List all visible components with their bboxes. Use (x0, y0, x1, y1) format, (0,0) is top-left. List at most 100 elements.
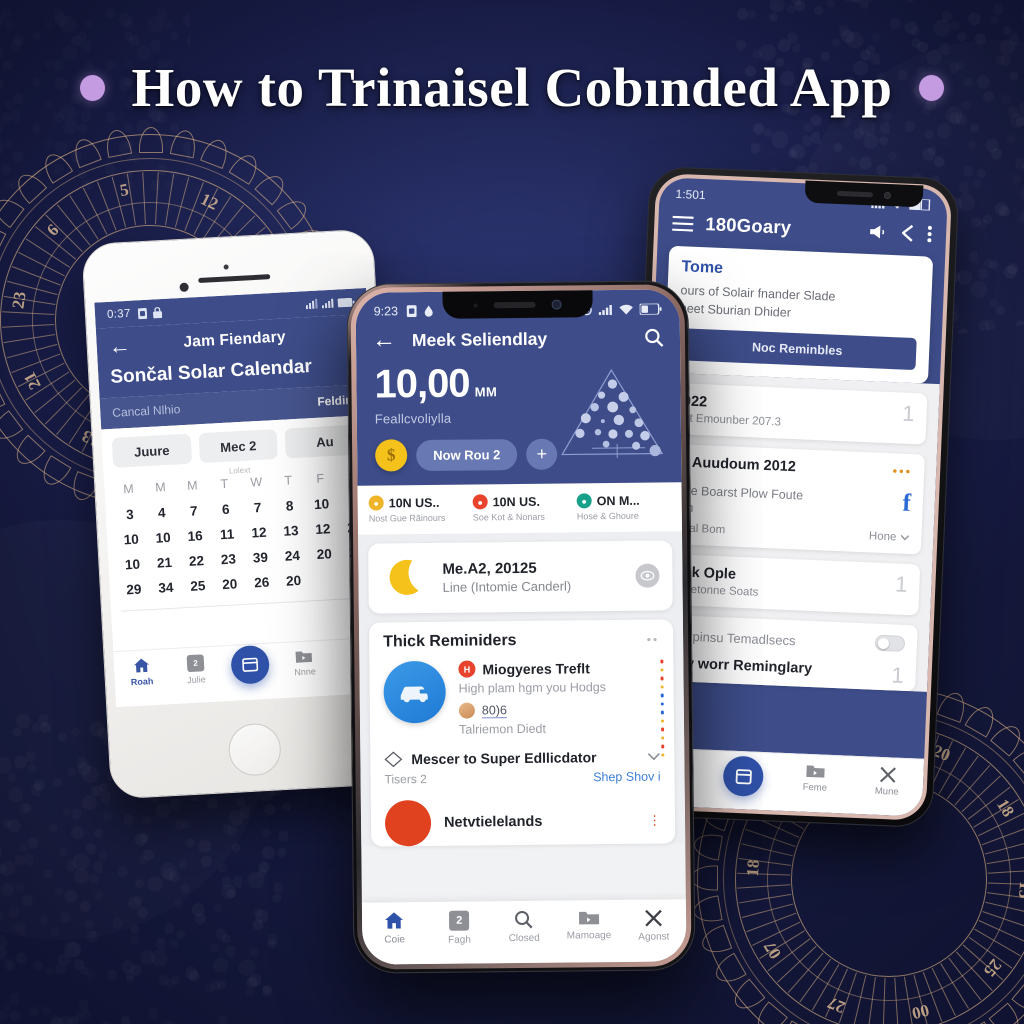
center-nav-item-home[interactable]: Coie (362, 911, 427, 946)
left-back-button[interactable]: ← (108, 333, 131, 359)
left-day-cell[interactable]: 12 (243, 524, 276, 541)
left-day-cell[interactable]: 25 (181, 578, 214, 595)
left-day-cell[interactable]: 10 (305, 496, 338, 513)
center-stat-value: 10N US.. (388, 495, 440, 510)
center-last-row[interactable]: Netvtielelands ⋮ (371, 791, 676, 847)
left-day-cell[interactable]: 3 (113, 506, 146, 523)
center-stats-row: ● 10N US.. Nost Gue Rãinours ● 10N US. S… (357, 482, 683, 535)
right-nav-item-folder[interactable]: Feme (779, 762, 852, 795)
clock-icon: ● (368, 495, 384, 511)
left-day-cell[interactable]: 20 (213, 576, 246, 593)
eye-icon[interactable] (635, 563, 660, 588)
chevron-down-icon[interactable] (647, 753, 660, 761)
center-expander-meta-right[interactable]: Shep Shov i (593, 770, 661, 785)
left-day-cell[interactable]: 26 (245, 574, 278, 591)
center-reminder-item[interactable]: H Miogyeres Treflt High plam hgm you Hod… (383, 649, 660, 742)
center-stat-2[interactable]: ● ON M... Hose & Ghoure (572, 492, 676, 521)
search-icon[interactable] (644, 327, 664, 347)
center-moon-title: Me.A2, 20125 (442, 559, 537, 578)
right-nav-item-close[interactable]: Mune (851, 765, 924, 799)
center-amount-unit: MM (474, 384, 498, 400)
center-bottom-nav: Coie 2 Fagh Closed Mamoage Agonst (361, 899, 687, 965)
earpiece-speaker-icon (493, 301, 536, 308)
right-list-row-1[interactable]: ay Auudoum 2012 ••• Hefe Boarst Plow Fou… (656, 443, 925, 555)
center-stat-0[interactable]: ● 10N US.. Nost Gue Rãinours (364, 495, 468, 524)
red-avatar-icon (384, 799, 432, 847)
right-row-meta-right-group[interactable]: Hone (869, 531, 910, 545)
center-moon-card[interactable]: Me.A2, 20125 Line (Intomie Canderl) (368, 540, 673, 614)
center-expander-row[interactable]: Mescer to Super Edllicdator (370, 738, 674, 768)
left-day-cell[interactable]: 8 (273, 498, 306, 515)
right-row-subtitle: Out Emounber 207.3 (673, 412, 782, 429)
left-day-cell[interactable]: 10 (115, 531, 148, 548)
left-nav-item-note[interactable]: 2 Julie (168, 653, 224, 686)
left-day-cell[interactable]: 7 (241, 499, 274, 516)
center-reminder-link[interactable]: 80)6 (481, 702, 507, 718)
left-day-cell[interactable]: 21 (148, 554, 181, 571)
left-day-cell[interactable]: 10 (147, 529, 180, 546)
center-nav-label: Fagh (448, 934, 471, 946)
folder-icon (805, 763, 826, 780)
moon-small-icon: ● (576, 493, 592, 509)
calendar-fab-icon (230, 644, 271, 685)
kebab-icon[interactable]: ⋮ (648, 813, 661, 828)
left-status-time: 0:37 (106, 307, 131, 321)
left-tab-0[interactable]: Juure (111, 433, 192, 468)
left-dow-4: W (250, 474, 263, 490)
right-list-row-2[interactable]: Teek Ople Caloetonne Soats 1 (654, 553, 921, 616)
left-nav-item-home[interactable]: Roah (114, 656, 170, 688)
hamburger-icon[interactable] (672, 215, 694, 232)
add-button[interactable]: + (526, 438, 558, 470)
center-stat-value: ON M... (596, 493, 640, 508)
center-back-button[interactable]: ← (372, 326, 396, 353)
right-row-dots-icon[interactable]: ••• (892, 463, 912, 479)
left-day-cell[interactable]: 23 (212, 551, 245, 568)
center-stat-1[interactable]: ● 10N US. Soe Kot & Nonars (468, 493, 572, 522)
left-day-cell[interactable]: 20 (277, 572, 310, 589)
center-notch (442, 290, 593, 319)
center-nav-item-close[interactable]: Agonst (621, 908, 686, 943)
right-row-title: ay Auudoum 2012 (672, 454, 797, 476)
coin-icon[interactable]: $ (375, 439, 408, 472)
right-card-cta-button[interactable]: Noc Reminbles (677, 328, 917, 371)
signal-icon (598, 304, 613, 315)
bars-icon (305, 298, 318, 310)
center-nav-item-note[interactable]: 2 Fagh (427, 910, 492, 946)
left-day-cell[interactable]: 16 (179, 528, 212, 545)
left-tab-1[interactable]: Mec 2 (198, 428, 279, 464)
left-nav-item-fab[interactable] (222, 644, 278, 688)
left-day-cell[interactable] (309, 571, 342, 588)
center-nav-label: Mamoage (566, 930, 612, 942)
folder-icon (578, 909, 600, 926)
share-icon[interactable] (900, 224, 916, 242)
left-day-cell[interactable]: 12 (307, 521, 340, 538)
left-day-cell[interactable]: 4 (145, 504, 178, 521)
title-bullet-right-icon (918, 74, 944, 101)
left-day-cell[interactable]: 29 (118, 581, 151, 598)
left-day-cell[interactable]: 22 (180, 553, 213, 570)
center-nav-item-search[interactable]: Closed (492, 910, 557, 945)
left-day-cell[interactable]: 6 (209, 501, 242, 518)
left-day-cell[interactable]: 10 (116, 556, 149, 573)
wifi-icon (619, 303, 634, 314)
kebab-icon[interactable] (927, 225, 933, 242)
left-day-cell[interactable]: 11 (211, 526, 244, 543)
right-list-row-0[interactable]: 2022 Out Emounber 207.3 1 (661, 382, 928, 445)
center-reminders-more-icon[interactable]: •• (647, 633, 660, 647)
right-row-toggle[interactable] (874, 634, 906, 653)
center-hero-pill-button[interactable]: Now Rou 2 (416, 438, 518, 471)
right-nav-item-fab[interactable] (706, 755, 780, 801)
left-day-cell[interactable]: 13 (275, 523, 308, 540)
left-day-cell[interactable]: 34 (149, 579, 182, 596)
left-day-cell[interactable]: 39 (244, 549, 277, 566)
megaphone-icon[interactable] (869, 224, 889, 240)
facebook-icon[interactable]: f (902, 490, 911, 518)
left-day-cell[interactable]: 24 (276, 547, 309, 564)
left-nav-item-folder[interactable]: Nnne (277, 647, 333, 678)
left-appbar-title: Jam Fiendary (183, 328, 287, 351)
left-subbar-left-label[interactable]: Cancal Nlhio (112, 402, 181, 420)
center-nav-item-folder[interactable]: Mamoage (556, 909, 621, 942)
left-day-cell[interactable]: 20 (308, 546, 341, 563)
left-day-cell[interactable]: 7 (177, 503, 210, 520)
diamond-icon (384, 751, 403, 768)
